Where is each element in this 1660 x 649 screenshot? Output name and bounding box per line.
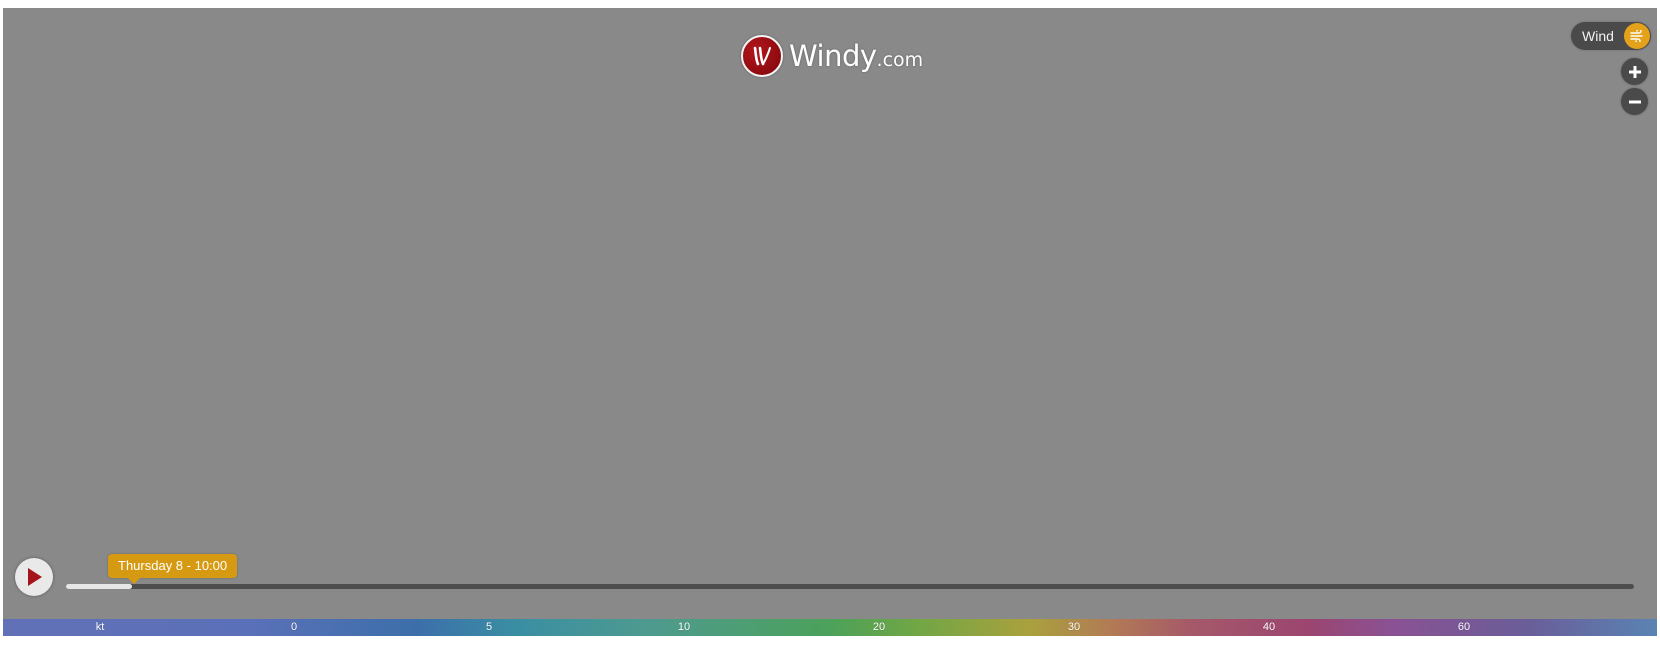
timeline-track[interactable] (66, 584, 1634, 589)
legend-tick: 0 (290, 621, 298, 633)
legend-tick: 20 (872, 621, 886, 633)
legend-tick: 40 (1262, 621, 1276, 633)
wind-legend[interactable]: kt 0 5 10 20 30 40 60 (3, 619, 1657, 636)
play-button[interactable] (15, 558, 53, 596)
play-icon (28, 568, 42, 586)
zoom-in-button[interactable] (1621, 58, 1648, 85)
plus-icon (1628, 65, 1641, 78)
timeline-time-bubble[interactable]: Thursday 8 - 10:00 (108, 554, 238, 584)
overlay-selector-button[interactable]: Wind (1571, 22, 1651, 50)
legend-tick: 5 (485, 621, 493, 633)
legend-tick: 30 (1067, 621, 1081, 633)
windy-logo-icon (741, 35, 783, 77)
windy-logo-text: Windy.com (789, 39, 923, 73)
logo-suffix: .com (876, 49, 924, 71)
windy-logo[interactable]: Windy.com (741, 32, 923, 80)
legend-tick: 60 (1457, 621, 1471, 633)
legend-unit: kt (95, 621, 105, 633)
wind-icon (1624, 23, 1650, 49)
logo-brand: Windy (789, 39, 877, 73)
map-area[interactable]: Windy.com Wind (3, 8, 1657, 636)
legend-tick: 10 (677, 621, 691, 633)
overlay-label: Wind (1582, 28, 1614, 44)
zoom-out-button[interactable] (1621, 88, 1648, 115)
timeline-progress (66, 584, 132, 589)
minus-icon (1628, 100, 1641, 103)
